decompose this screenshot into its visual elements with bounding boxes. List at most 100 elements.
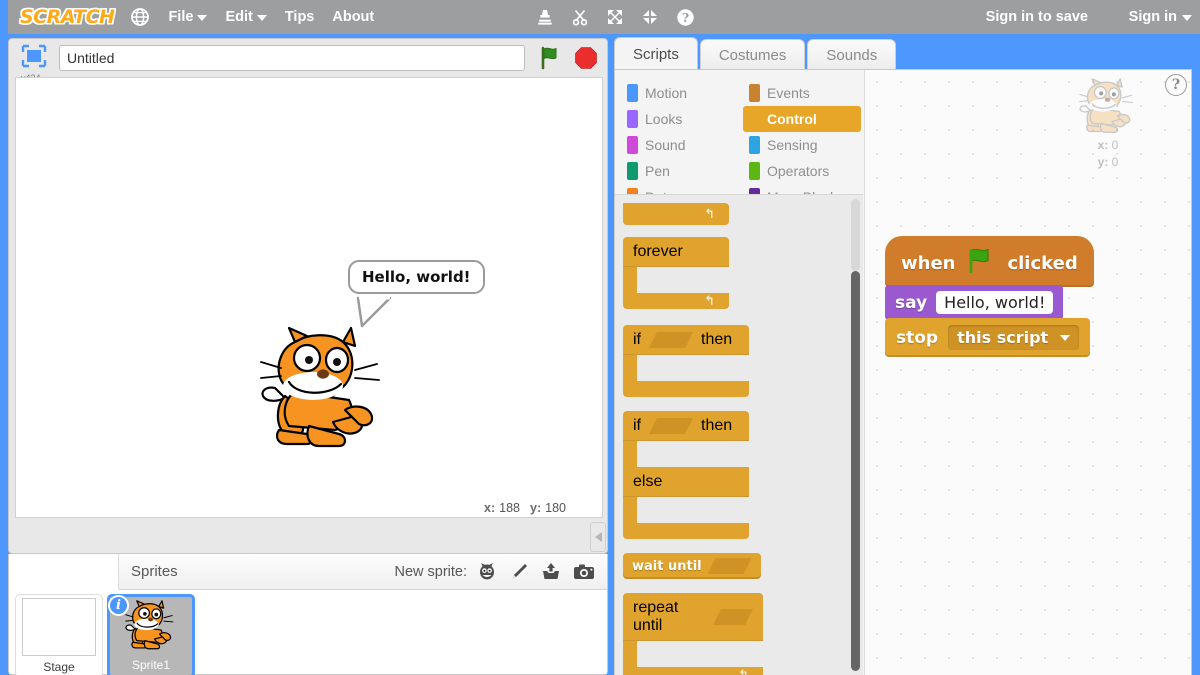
speech-bubble: Hello, world! <box>348 260 485 294</box>
scissors-icon[interactable] <box>571 8 589 26</box>
block-say-text-input[interactable]: Hello, world! <box>936 291 1054 314</box>
project-title-input[interactable] <box>59 45 525 71</box>
palette-block-wait-until[interactable]: wait until <box>623 553 761 579</box>
block-palette-content: ↰ forever ↰ if then if then else wait un… <box>615 195 849 675</box>
globe-icon[interactable] <box>130 7 150 27</box>
block-stop[interactable]: stop this script <box>885 318 1091 357</box>
category-sensing-swatch <box>749 136 760 154</box>
tab-costumes[interactable]: Costumes <box>699 39 806 70</box>
category-looks-label: Looks <box>645 111 683 127</box>
menu-tips[interactable]: Tips <box>285 9 315 25</box>
sprite-thumb-sprite1[interactable]: i Sprite1 <box>107 594 195 675</box>
block-when-flag-clicked[interactable]: when clicked <box>885 236 1094 287</box>
boolean-slot[interactable] <box>713 609 753 625</box>
sprite-thumb-stage[interactable]: Stage <box>15 594 103 675</box>
category-sensing[interactable]: Sensing <box>743 132 861 158</box>
surprise-sprite-icon[interactable] <box>477 562 497 582</box>
category-looks-swatch <box>627 110 638 128</box>
menu-tips-label: Tips <box>284 9 315 25</box>
sprite-info-badge[interactable]: i <box>108 595 129 616</box>
boolean-slot[interactable] <box>649 418 693 434</box>
palette-block-forever[interactable]: forever ↰ <box>623 237 849 309</box>
block-stop-value: this script <box>957 328 1049 347</box>
scripts-canvas[interactable]: x: 0 y: 0 ? when clicked say Hello, worl… <box>864 70 1191 675</box>
palette-block-forever-label: forever <box>633 243 683 260</box>
boolean-slot[interactable] <box>649 332 693 348</box>
block-palette[interactable]: ↰ forever ↰ if then if then else wait un… <box>615 194 863 675</box>
block-say-label: say <box>895 292 928 313</box>
shrink-icon[interactable] <box>641 8 659 26</box>
green-flag-button[interactable] <box>537 45 563 71</box>
sprite-panel: Sprites New sprite: Stage i Sprite1 <box>8 554 608 675</box>
new-sprite-icons <box>477 562 595 582</box>
stage-canvas[interactable]: Hello, world! x: 188 y: 180 <box>15 77 603 518</box>
block-stop-label: stop <box>896 327 939 348</box>
stage-sprite-cat[interactable] <box>259 326 389 454</box>
camera-sprite-icon[interactable] <box>573 562 595 582</box>
palette-block-if-else-then-label: then <box>701 417 733 434</box>
palette-scrollbar-thumb[interactable] <box>851 271 860 671</box>
sprite-watermark: x: 0 y: 0 <box>1053 78 1163 170</box>
palette-block-if-then[interactable]: if then <box>623 325 849 397</box>
menu-file[interactable]: File <box>168 9 208 25</box>
palette-block-then-label: then <box>701 331 733 348</box>
chevron-down-icon <box>1182 15 1192 21</box>
category-motion-label: Motion <box>645 85 688 101</box>
stage-panel: v424 Hello, world! <box>8 38 608 554</box>
sprite-list: Stage i Sprite1 <box>9 590 607 675</box>
palette-block-repeat-partial[interactable]: ↰ <box>623 203 849 225</box>
tab-sounds[interactable]: Sounds <box>807 39 897 70</box>
palette-block-else-label: else <box>633 473 663 490</box>
stage-mouse-coords: x: 188 y: 180 <box>484 501 566 515</box>
category-looks[interactable]: Looks <box>621 106 739 132</box>
block-say[interactable]: say Hello, world! <box>885 285 1064 320</box>
block-category-selector: Motion Events Looks Control Sound Sensin… <box>615 70 863 206</box>
chevron-down-icon <box>197 15 208 21</box>
category-events[interactable]: Events <box>743 80 861 106</box>
palette-block-if-then-else[interactable]: if then else <box>623 411 849 539</box>
upload-sprite-icon[interactable] <box>541 562 561 582</box>
help-icon[interactable]: ? <box>676 8 695 27</box>
stage-thumbnail-image <box>22 598 96 656</box>
category-pen[interactable]: Pen <box>621 158 739 184</box>
watermark-coord-x: x: 0 <box>1098 138 1119 153</box>
new-sprite-label: New sprite: <box>394 563 467 580</box>
category-operators[interactable]: Operators <box>743 158 861 184</box>
block-stop-dropdown[interactable]: this script <box>948 325 1080 350</box>
menu-about[interactable]: About <box>332 9 374 25</box>
stamp-icon[interactable] <box>536 8 554 26</box>
category-sound[interactable]: Sound <box>621 132 739 158</box>
menu-about-label: About <box>332 9 375 25</box>
paint-sprite-icon[interactable] <box>509 562 529 582</box>
palette-scrollbar-thumb-top[interactable] <box>851 199 860 271</box>
palette-block-wait-until-label: wait until <box>632 558 702 574</box>
sprite-panel-header: Sprites New sprite: <box>119 554 607 590</box>
script-stack[interactable]: when clicked say Hello, world! stop this… <box>885 236 1094 357</box>
coord-y-label: y: <box>530 501 542 515</box>
sign-in-label: Sign in <box>1128 9 1177 25</box>
stop-button[interactable] <box>573 45 599 71</box>
sign-in-menu[interactable]: Sign in <box>1129 0 1192 34</box>
loop-arrow-icon: ↰ <box>704 293 715 308</box>
sign-in-to-save-button[interactable]: Sign in to save <box>986 0 1088 34</box>
collapse-left-icon[interactable] <box>590 522 606 552</box>
category-operators-swatch <box>749 162 760 180</box>
boolean-slot[interactable] <box>708 558 752 574</box>
menu-edit[interactable]: Edit <box>225 9 267 25</box>
svg-text:?: ? <box>682 11 689 25</box>
category-control-label: Control <box>767 111 817 127</box>
sprite-watermark-cat <box>1079 78 1133 134</box>
category-sensing-label: Sensing <box>767 137 818 153</box>
category-motion[interactable]: Motion <box>621 80 739 106</box>
fullscreen-icon[interactable]: v424 <box>17 43 51 83</box>
chevron-down-icon <box>256 15 267 21</box>
scripts-help-button[interactable]: ? <box>1165 74 1187 96</box>
category-sound-label: Sound <box>645 137 686 153</box>
grow-icon[interactable] <box>606 8 624 26</box>
category-control[interactable]: Control <box>743 106 861 132</box>
category-sound-swatch <box>627 136 638 154</box>
tab-scripts[interactable]: Scripts <box>614 37 698 70</box>
editor-tabs: Scripts Costumes Sounds <box>614 37 898 70</box>
scratch-logo[interactable]: SCRATCH <box>20 6 115 28</box>
palette-block-repeat-until[interactable]: repeat until ↰ <box>623 593 849 675</box>
